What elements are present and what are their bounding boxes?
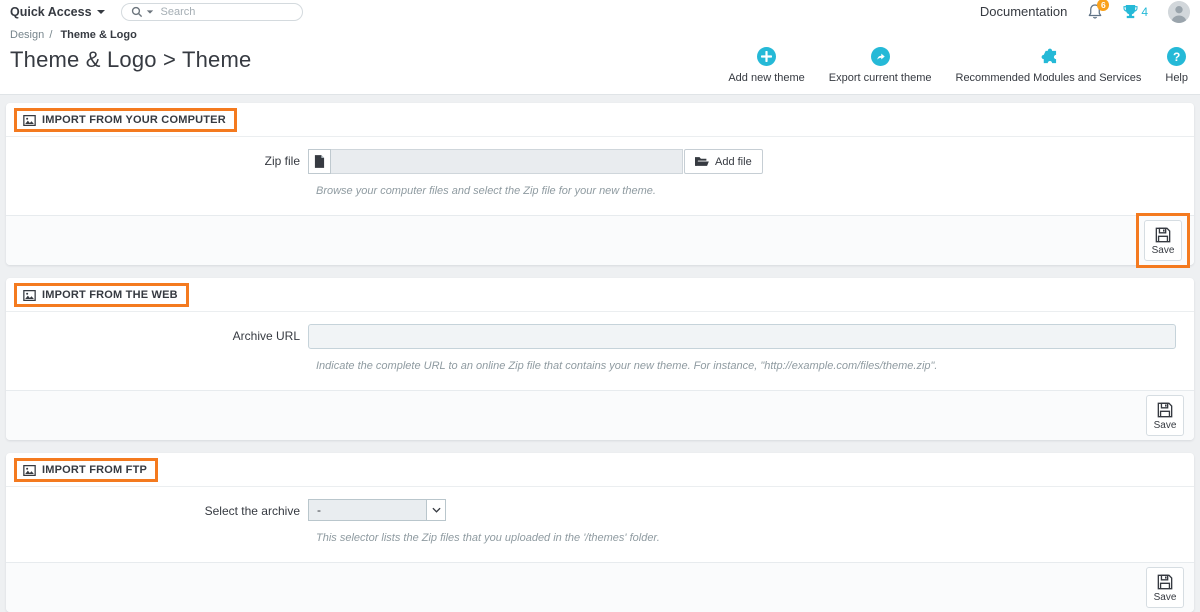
export-current-theme-label: Export current theme [828,72,932,84]
notifications-bell[interactable]: 6 [1087,0,1110,20]
select-archive-help: This selector lists the Zip files that y… [316,532,660,544]
quick-access-label: Quick Access [10,4,92,19]
recommended-modules-button[interactable]: Recommended Modules and Services [955,47,1142,84]
plus-circle-icon [757,47,777,66]
add-new-theme-label: Add new theme [728,72,805,84]
puzzle-icon [1039,47,1058,66]
zip-file-group: Add file [308,149,763,174]
export-current-theme-button[interactable]: Export current theme [829,47,932,84]
add-new-theme-button[interactable]: Add new theme [728,47,805,84]
breadcrumb-section[interactable]: Design [10,29,44,41]
search-scope-chevron-icon[interactable] [146,9,153,14]
search-icon [131,6,143,18]
panel-import-ftp: IMPORT FROM FTP Select the archive - Thi… [6,453,1194,612]
breadcrumb-separator: / [49,29,53,41]
chevron-down-icon [426,500,445,520]
archive-url-label: Archive URL [232,329,300,343]
panel-import-computer: IMPORT FROM YOUR COMPUTER Zip file Add f… [6,103,1194,268]
archive-url-help: Indicate the complete URL to an online Z… [316,360,938,372]
panel-title-import-ftp: IMPORT FROM FTP [14,458,159,482]
archive-select-value: - [317,503,321,517]
save-button-computer[interactable]: Save [1144,220,1182,261]
page-header: Design / Theme & Logo Theme & Logo > The… [0,23,1200,95]
save-button-web[interactable]: Save [1146,395,1184,436]
documentation-link[interactable]: Documentation [980,4,1067,19]
export-icon [870,47,890,66]
top-bar: Quick Access Documentation 6 4 [0,0,1200,23]
image-icon [23,114,36,126]
help-icon: ? [1167,47,1187,66]
panel-title-import-computer: IMPORT FROM YOUR COMPUTER [14,108,237,132]
save-icon [1157,402,1173,418]
image-icon [23,464,36,476]
folder-open-icon [695,157,709,166]
notification-badge: 6 [1097,0,1110,11]
search-bar[interactable] [120,2,303,21]
chevron-down-icon [96,9,105,14]
recommended-modules-label: Recommended Modules and Services [955,72,1142,84]
avatar[interactable] [1168,0,1190,23]
topbar-right: Documentation 6 4 [980,0,1190,23]
archive-select[interactable]: - [308,499,446,521]
select-archive-label: Select the archive [204,504,300,518]
breadcrumb-current: Theme & Logo [60,29,137,41]
user-icon [1168,0,1190,23]
header-actions: Add new theme Export current theme Recom… [728,43,1190,84]
image-icon [23,289,36,301]
zip-file-help: Browse your computer files and select th… [316,185,656,197]
save-icon [1157,574,1173,590]
breadcrumb: Design / Theme & Logo [10,25,1190,43]
zip-file-input[interactable] [331,149,683,174]
quick-access-menu[interactable]: Quick Access [10,5,105,19]
save-icon [1155,227,1171,243]
search-input[interactable] [160,5,303,18]
achievements[interactable]: 4 [1123,4,1148,19]
archive-url-input[interactable] [308,324,1176,349]
save-highlight-box: Save [1136,213,1190,268]
panel-import-web: IMPORT FROM THE WEB Archive URL Indicate… [6,278,1194,440]
save-button-ftp[interactable]: Save [1146,567,1184,608]
help-label: Help [1165,72,1188,84]
trophy-count: 4 [1141,4,1148,19]
zip-file-label: Zip file [264,154,300,168]
help-button[interactable]: ? Help [1165,47,1188,84]
trophy-icon [1123,4,1138,19]
panel-title-import-web: IMPORT FROM THE WEB [14,283,189,307]
content-area: IMPORT FROM YOUR COMPUTER Zip file Add f… [0,95,1200,612]
file-icon [308,149,331,174]
add-file-button[interactable]: Add file [684,149,763,174]
page-title: Theme & Logo > Theme [10,47,252,72]
